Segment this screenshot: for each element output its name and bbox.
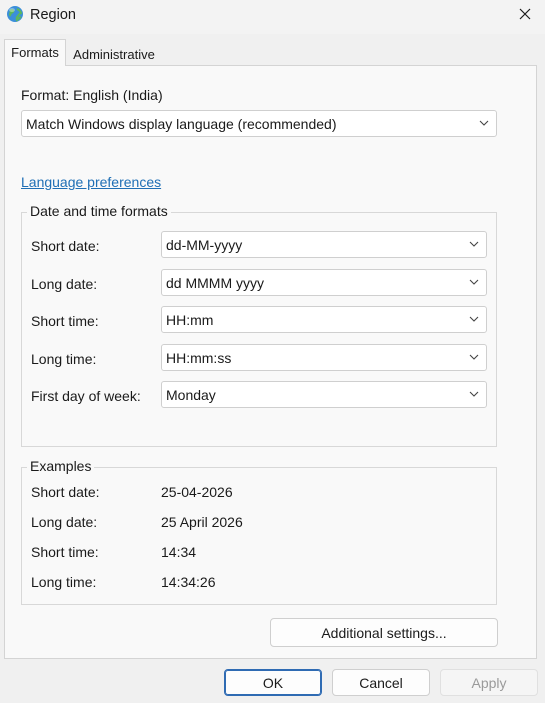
example-long-time-label: Long time:: [31, 574, 97, 590]
date-time-formats-title: Date and time formats: [27, 203, 171, 219]
tab-administrative[interactable]: Administrative: [66, 42, 162, 65]
language-preferences-link[interactable]: Language preferences: [21, 174, 161, 190]
additional-settings-button[interactable]: Additional settings...: [270, 618, 498, 647]
short-time-value: HH:mm: [166, 312, 214, 328]
short-date-value: dd-MM-yyyy: [166, 237, 243, 253]
format-dropdown[interactable]: Match Windows display language (recommen…: [21, 110, 497, 137]
long-time-label: Long time:: [31, 351, 97, 367]
example-long-time-value: 14:34:26: [161, 574, 216, 590]
short-date-dropdown[interactable]: dd-MM-yyyy: [161, 231, 487, 258]
examples-title: Examples: [27, 458, 95, 474]
first-day-of-week-dropdown[interactable]: Monday: [161, 381, 487, 408]
tab-formats[interactable]: Formats: [4, 39, 66, 66]
window-title: Region: [30, 7, 76, 23]
chevron-down-icon: [469, 354, 479, 360]
chevron-down-icon: [469, 391, 479, 397]
first-day-of-week-value: Monday: [166, 387, 216, 403]
example-long-date-label: Long date:: [31, 514, 98, 530]
first-day-of-week-label: First day of week:: [31, 388, 141, 404]
example-short-date-value: 25-04-2026: [161, 484, 233, 500]
chevron-down-icon: [479, 120, 489, 126]
format-dropdown-value: Match Windows display language (recommen…: [26, 116, 337, 132]
chevron-down-icon: [469, 279, 479, 285]
example-short-date-label: Short date:: [31, 484, 100, 500]
example-short-time-value: 14:34: [161, 544, 197, 560]
cancel-button[interactable]: Cancel: [332, 669, 430, 696]
long-date-value: dd MMMM yyyy: [166, 275, 264, 291]
chevron-down-icon: [469, 241, 479, 247]
format-label: Format: English (India): [21, 87, 163, 103]
long-date-dropdown[interactable]: dd MMMM yyyy: [161, 269, 487, 296]
chevron-down-icon: [469, 316, 479, 322]
close-button[interactable]: [512, 3, 538, 27]
example-short-time-label: Short time:: [31, 544, 99, 560]
long-time-value: HH:mm:ss: [166, 350, 232, 366]
example-long-date-value: 25 April 2026: [161, 514, 243, 530]
short-date-label: Short date:: [31, 238, 100, 254]
ok-button[interactable]: OK: [224, 669, 322, 696]
title-bar: Region: [0, 0, 545, 34]
apply-button[interactable]: Apply: [440, 669, 538, 696]
short-time-dropdown[interactable]: HH:mm: [161, 306, 487, 333]
globe-icon: [6, 5, 24, 23]
short-time-label: Short time:: [31, 313, 99, 329]
close-icon: [519, 8, 531, 20]
long-time-dropdown[interactable]: HH:mm:ss: [161, 344, 487, 371]
long-date-label: Long date:: [31, 276, 98, 292]
